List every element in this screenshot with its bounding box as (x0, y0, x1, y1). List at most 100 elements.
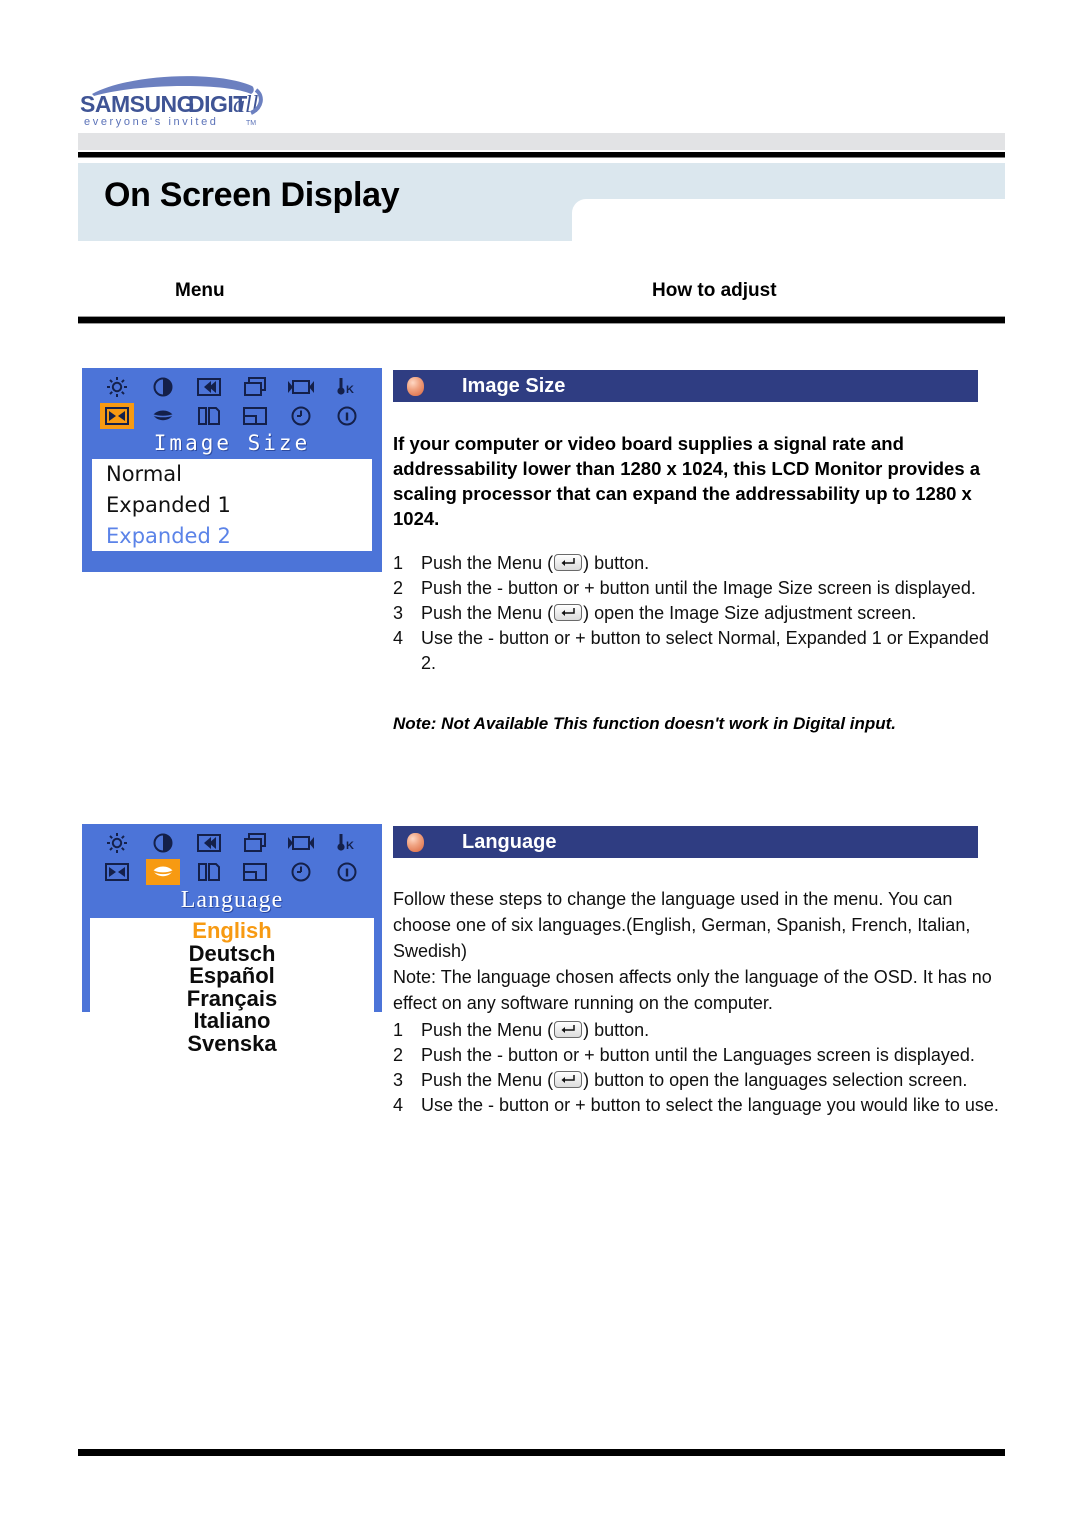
image-size-icon[interactable] (100, 403, 134, 429)
step-text: Push the Menu () button to open the lang… (421, 1068, 1008, 1093)
step-text-before: Push the Menu ( (421, 603, 554, 623)
contrast-icon[interactable] (146, 830, 180, 856)
language-paragraph: Follow these steps to change the languag… (393, 889, 992, 1013)
step-number: 2 (393, 578, 404, 598)
osd-option-expanded-1[interactable]: Expanded 1 (92, 490, 372, 521)
osd-icon-row-2 (82, 856, 382, 885)
step-number: 2 (393, 1045, 404, 1065)
information-icon[interactable] (330, 403, 364, 429)
information-icon[interactable] (330, 859, 364, 885)
osd-option-expanded-2[interactable]: Expanded 2 (92, 521, 372, 552)
step-item: 4 Use the - button or + button to select… (393, 1093, 1008, 1118)
osd-language-francais[interactable]: Français (90, 987, 374, 1011)
header-divider-rule (78, 316, 1005, 324)
page-title: On Screen Display (104, 176, 400, 214)
step-item: 1 Push the Menu ( ) button. (393, 1018, 1008, 1043)
svg-text:SAMSUNG: SAMSUNG (80, 91, 194, 117)
bullet-sphere-icon (407, 376, 424, 396)
osd-language-deutsch[interactable]: Deutsch (90, 942, 374, 966)
step-text: Push the - button or + button until the … (421, 1045, 975, 1065)
language-steps: 1 Push the Menu ( ) button. 2 Push the - … (393, 1018, 1008, 1118)
menu-enter-icon[interactable] (554, 1071, 583, 1088)
svg-text:everyone's invited: everyone's invited (84, 116, 219, 128)
osd-time-icon[interactable] (284, 859, 318, 885)
color-temperature-icon[interactable]: K (330, 830, 364, 856)
column-header-how-to-adjust: How to adjust (652, 280, 777, 301)
image-size-intro-text: If your computer or video board supplies… (393, 433, 981, 529)
step-text-after: ) button. (583, 1020, 650, 1040)
osd-preview-language: K Language English Deutsch Español Franç… (82, 824, 382, 1054)
section-bar-language: Language (393, 826, 978, 858)
section-bar-image-size: Image Size (393, 370, 978, 402)
samsung-digitall-logo: SAMSUNG DIGIT all everyone's invited TM (78, 72, 268, 128)
osd-icon-row-1: K (82, 368, 382, 400)
sharpness-icon[interactable] (192, 859, 226, 885)
step-text-after: ) open the Image Size adjustment screen. (583, 603, 917, 623)
step-item: 2 Push the - button or + button until th… (393, 1043, 1008, 1068)
section-title-image-size: Image Size (462, 374, 566, 397)
step-text-after: ) button to open the languages selection… (583, 1070, 968, 1090)
step-text: Use the - button or + button to select N… (421, 628, 989, 673)
step-number: 1 (393, 1020, 404, 1040)
osd-language-espanol[interactable]: Español (90, 964, 374, 988)
osd-language-list: English Deutsch Español Français Italian… (90, 918, 374, 1054)
step-text-after: ) button. (583, 553, 650, 573)
logo-svg: SAMSUNG DIGIT all everyone's invited TM (80, 76, 263, 128)
h-position-icon[interactable] (192, 374, 226, 400)
bottom-divider-rule (78, 1449, 1005, 1456)
step-text-before: Push the Menu ( (421, 1020, 554, 1040)
language-icon[interactable] (146, 859, 180, 885)
step-text: Push the Menu ( ) button. (421, 1018, 1008, 1043)
image-size-icon[interactable] (100, 859, 134, 885)
contrast-icon[interactable] (146, 374, 180, 400)
step-item: 4 Use the - button or + button to select… (393, 626, 993, 676)
language-icon[interactable] (146, 403, 180, 429)
osd-icon-row-1: K (82, 824, 382, 856)
menu-enter-icon[interactable] (554, 554, 583, 571)
step-text: Push the Menu () button. (421, 551, 993, 576)
step-text: Push the - button or + button until the … (421, 578, 976, 598)
osd-preview-image-size: K Image Size Normal Expanded 1 Expanded … (82, 368, 382, 572)
title-band-notch (572, 199, 1005, 241)
color-temperature-icon[interactable]: K (330, 374, 364, 400)
svg-text:TM: TM (246, 120, 256, 127)
osd-language-english[interactable]: English (90, 919, 374, 943)
step-number: 3 (393, 1070, 404, 1090)
step-item: 2 Push the - button or + button until th… (393, 576, 993, 601)
osd-time-icon[interactable] (284, 403, 318, 429)
svg-text:K: K (346, 840, 354, 852)
v-position-icon[interactable] (238, 830, 272, 856)
column-header-menu: Menu (175, 280, 225, 301)
osd-language-svenska[interactable]: Svenska (90, 1032, 374, 1056)
v-position-icon[interactable] (238, 374, 272, 400)
image-size-steps: 1 Push the Menu () button. 2 Push the - … (393, 551, 993, 676)
step-number: 1 (393, 553, 404, 573)
osd-title-language: Language (180, 887, 284, 913)
svg-text:K: K (346, 384, 354, 396)
image-lock-icon[interactable] (284, 830, 318, 856)
h-position-icon[interactable] (192, 830, 226, 856)
brightness-icon[interactable] (100, 374, 134, 400)
sharpness-icon[interactable] (192, 403, 226, 429)
step-number: 3 (393, 603, 404, 623)
osd-icon-row-2 (82, 400, 382, 429)
step-number: 4 (393, 1095, 404, 1115)
bullet-sphere-icon (407, 832, 424, 852)
osd-option-normal[interactable]: Normal (92, 459, 372, 490)
svg-text:all: all (233, 92, 259, 118)
step-item: 3 Push the Menu () button to open the la… (393, 1068, 1008, 1093)
step-text: Use the - button or + button to select t… (421, 1095, 999, 1115)
step-number: 4 (393, 628, 404, 648)
brightness-icon[interactable] (100, 830, 134, 856)
menu-enter-icon[interactable] (554, 604, 583, 621)
menu-enter-icon[interactable] (554, 1021, 583, 1038)
top-divider-rule (78, 152, 1005, 158)
osd-position-icon[interactable] (238, 403, 272, 429)
step-text: Push the Menu ( ) open the Image Size adj… (421, 601, 993, 626)
osd-language-italiano[interactable]: Italiano (90, 1009, 374, 1033)
osd-position-icon[interactable] (238, 859, 272, 885)
image-size-note: Note: Not Available This function doesn'… (393, 714, 897, 733)
image-lock-icon[interactable] (284, 374, 318, 400)
osd-option-list: Normal Expanded 1 Expanded 2 (92, 459, 372, 551)
top-grey-band (78, 133, 1005, 150)
